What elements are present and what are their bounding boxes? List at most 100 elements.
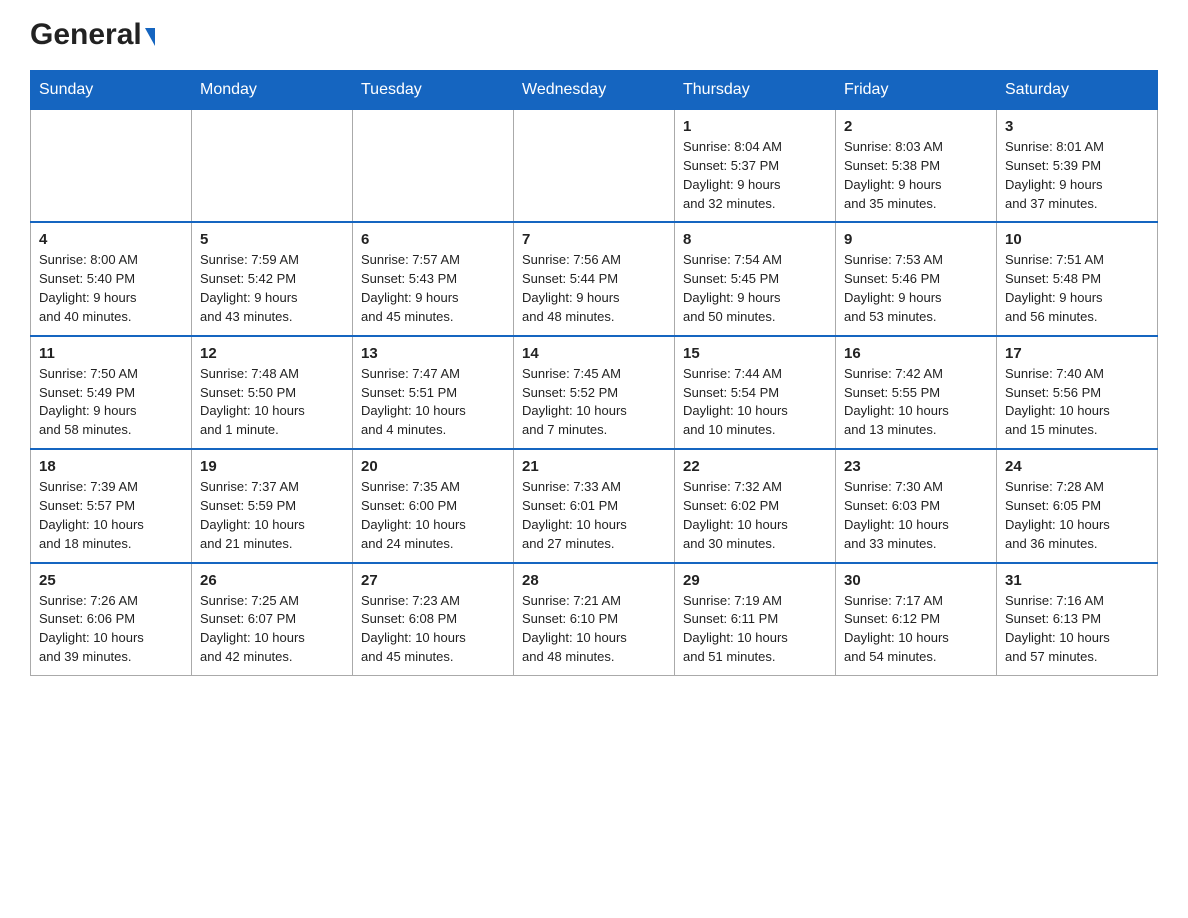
calendar-cell: 29 Sunrise: 7:19 AM Sunset: 6:11 PM Dayli…	[675, 563, 836, 676]
day-info: Sunrise: 7:57 AM Sunset: 5:43 PM Dayligh…	[361, 251, 505, 326]
calendar-cell: 12 Sunrise: 7:48 AM Sunset: 5:50 PM Dayli…	[192, 336, 353, 449]
calendar-cell: 31 Sunrise: 7:16 AM Sunset: 6:13 PM Dayli…	[997, 563, 1158, 676]
day-info: Sunrise: 7:48 AM Sunset: 5:50 PM Dayligh…	[200, 365, 344, 440]
calendar-cell: 26 Sunrise: 7:25 AM Sunset: 6:07 PM Dayli…	[192, 563, 353, 676]
day-number: 12	[200, 345, 344, 362]
day-number: 22	[683, 458, 827, 475]
calendar-cell: 20Sunrise: 7:35 AM Sunset: 6:00 PM Dayli…	[353, 449, 514, 562]
day-number: 9	[844, 231, 988, 248]
calendar-cell: 13 Sunrise: 7:47 AM Sunset: 5:51 PM Dayli…	[353, 336, 514, 449]
day-number: 17	[1005, 345, 1149, 362]
calendar-cell: 5 Sunrise: 7:59 AM Sunset: 5:42 PM Daylig…	[192, 222, 353, 335]
day-number: 31	[1005, 572, 1149, 589]
calendar-cell: 8Sunrise: 7:54 AM Sunset: 5:45 PM Daylig…	[675, 222, 836, 335]
calendar-cell: 18 Sunrise: 7:39 AM Sunset: 5:57 PM Dayli…	[31, 449, 192, 562]
day-number: 5	[200, 231, 344, 248]
day-info: Sunrise: 7:40 AM Sunset: 5:56 PM Dayligh…	[1005, 365, 1149, 440]
calendar-cell: 2Sunrise: 8:03 AM Sunset: 5:38 PM Daylig…	[836, 110, 997, 223]
col-monday: Monday	[192, 71, 353, 110]
calendar-cell	[31, 110, 192, 223]
day-info: Sunrise: 8:00 AM Sunset: 5:40 PM Dayligh…	[39, 251, 183, 326]
calendar-cell: 21Sunrise: 7:33 AM Sunset: 6:01 PM Dayli…	[514, 449, 675, 562]
calendar-cell: 17 Sunrise: 7:40 AM Sunset: 5:56 PM Dayli…	[997, 336, 1158, 449]
day-info: Sunrise: 7:59 AM Sunset: 5:42 PM Dayligh…	[200, 251, 344, 326]
day-info: Sunrise: 7:26 AM Sunset: 6:06 PM Dayligh…	[39, 592, 183, 667]
calendar-cell	[353, 110, 514, 223]
day-info: Sunrise: 7:32 AM Sunset: 6:02 PM Dayligh…	[683, 478, 827, 553]
calendar-cell: 1 Sunrise: 8:04 AM Sunset: 5:37 PM Daylig…	[675, 110, 836, 223]
calendar-cell	[192, 110, 353, 223]
calendar-week-row: 4 Sunrise: 8:00 AM Sunset: 5:40 PM Daylig…	[31, 222, 1158, 335]
calendar-cell: 9 Sunrise: 7:53 AM Sunset: 5:46 PM Daylig…	[836, 222, 997, 335]
day-number: 1	[683, 118, 827, 135]
calendar-cell	[514, 110, 675, 223]
calendar-cell: 16Sunrise: 7:42 AM Sunset: 5:55 PM Dayli…	[836, 336, 997, 449]
day-info: Sunrise: 7:39 AM Sunset: 5:57 PM Dayligh…	[39, 478, 183, 553]
day-number: 7	[522, 231, 666, 248]
calendar-cell: 25 Sunrise: 7:26 AM Sunset: 6:06 PM Dayli…	[31, 563, 192, 676]
calendar-week-row: 11 Sunrise: 7:50 AM Sunset: 5:49 PM Dayli…	[31, 336, 1158, 449]
col-wednesday: Wednesday	[514, 71, 675, 110]
day-number: 25	[39, 572, 183, 589]
col-saturday: Saturday	[997, 71, 1158, 110]
calendar-cell: 22 Sunrise: 7:32 AM Sunset: 6:02 PM Dayli…	[675, 449, 836, 562]
day-info: Sunrise: 7:16 AM Sunset: 6:13 PM Dayligh…	[1005, 592, 1149, 667]
day-info: Sunrise: 8:04 AM Sunset: 5:37 PM Dayligh…	[683, 138, 827, 213]
day-number: 27	[361, 572, 505, 589]
day-number: 19	[200, 458, 344, 475]
day-info: Sunrise: 7:23 AM Sunset: 6:08 PM Dayligh…	[361, 592, 505, 667]
calendar-cell: 24Sunrise: 7:28 AM Sunset: 6:05 PM Dayli…	[997, 449, 1158, 562]
day-info: Sunrise: 7:21 AM Sunset: 6:10 PM Dayligh…	[522, 592, 666, 667]
calendar-week-row: 18 Sunrise: 7:39 AM Sunset: 5:57 PM Dayli…	[31, 449, 1158, 562]
calendar-cell: 23Sunrise: 7:30 AM Sunset: 6:03 PM Dayli…	[836, 449, 997, 562]
day-number: 10	[1005, 231, 1149, 248]
day-number: 2	[844, 118, 988, 135]
day-info: Sunrise: 7:37 AM Sunset: 5:59 PM Dayligh…	[200, 478, 344, 553]
day-number: 14	[522, 345, 666, 362]
calendar-week-row: 1 Sunrise: 8:04 AM Sunset: 5:37 PM Daylig…	[31, 110, 1158, 223]
calendar-cell: 11 Sunrise: 7:50 AM Sunset: 5:49 PM Dayli…	[31, 336, 192, 449]
day-info: Sunrise: 7:30 AM Sunset: 6:03 PM Dayligh…	[844, 478, 988, 553]
day-number: 20	[361, 458, 505, 475]
day-number: 3	[1005, 118, 1149, 135]
col-sunday: Sunday	[31, 71, 192, 110]
day-info: Sunrise: 7:25 AM Sunset: 6:07 PM Dayligh…	[200, 592, 344, 667]
day-number: 4	[39, 231, 183, 248]
day-info: Sunrise: 7:47 AM Sunset: 5:51 PM Dayligh…	[361, 365, 505, 440]
day-info: Sunrise: 7:45 AM Sunset: 5:52 PM Dayligh…	[522, 365, 666, 440]
calendar-cell: 7 Sunrise: 7:56 AM Sunset: 5:44 PM Daylig…	[514, 222, 675, 335]
calendar-cell: 6 Sunrise: 7:57 AM Sunset: 5:43 PM Daylig…	[353, 222, 514, 335]
day-number: 26	[200, 572, 344, 589]
day-number: 29	[683, 572, 827, 589]
day-number: 24	[1005, 458, 1149, 475]
day-info: Sunrise: 7:33 AM Sunset: 6:01 PM Dayligh…	[522, 478, 666, 553]
day-number: 28	[522, 572, 666, 589]
calendar-cell: 14 Sunrise: 7:45 AM Sunset: 5:52 PM Dayli…	[514, 336, 675, 449]
logo: General	[30, 20, 155, 50]
day-info: Sunrise: 7:44 AM Sunset: 5:54 PM Dayligh…	[683, 365, 827, 440]
day-info: Sunrise: 7:19 AM Sunset: 6:11 PM Dayligh…	[683, 592, 827, 667]
calendar-cell: 15 Sunrise: 7:44 AM Sunset: 5:54 PM Dayli…	[675, 336, 836, 449]
day-number: 11	[39, 345, 183, 362]
calendar-header-row: Sunday Monday Tuesday Wednesday Thursday…	[31, 71, 1158, 110]
day-info: Sunrise: 7:17 AM Sunset: 6:12 PM Dayligh…	[844, 592, 988, 667]
logo-line1: General	[30, 20, 155, 50]
day-info: Sunrise: 7:50 AM Sunset: 5:49 PM Dayligh…	[39, 365, 183, 440]
day-number: 6	[361, 231, 505, 248]
day-info: Sunrise: 7:51 AM Sunset: 5:48 PM Dayligh…	[1005, 251, 1149, 326]
calendar-cell: 28 Sunrise: 7:21 AM Sunset: 6:10 PM Dayli…	[514, 563, 675, 676]
logo-triangle-icon	[145, 28, 155, 46]
day-info: Sunrise: 7:53 AM Sunset: 5:46 PM Dayligh…	[844, 251, 988, 326]
logo-general: General	[30, 20, 142, 50]
day-number: 30	[844, 572, 988, 589]
day-number: 15	[683, 345, 827, 362]
calendar-cell: 19 Sunrise: 7:37 AM Sunset: 5:59 PM Dayli…	[192, 449, 353, 562]
calendar-cell: 27 Sunrise: 7:23 AM Sunset: 6:08 PM Dayli…	[353, 563, 514, 676]
day-number: 13	[361, 345, 505, 362]
day-number: 18	[39, 458, 183, 475]
col-tuesday: Tuesday	[353, 71, 514, 110]
calendar-cell: 4 Sunrise: 8:00 AM Sunset: 5:40 PM Daylig…	[31, 222, 192, 335]
day-info: Sunrise: 7:56 AM Sunset: 5:44 PM Dayligh…	[522, 251, 666, 326]
calendar-week-row: 25 Sunrise: 7:26 AM Sunset: 6:06 PM Dayli…	[31, 563, 1158, 676]
calendar-cell: 30 Sunrise: 7:17 AM Sunset: 6:12 PM Dayli…	[836, 563, 997, 676]
